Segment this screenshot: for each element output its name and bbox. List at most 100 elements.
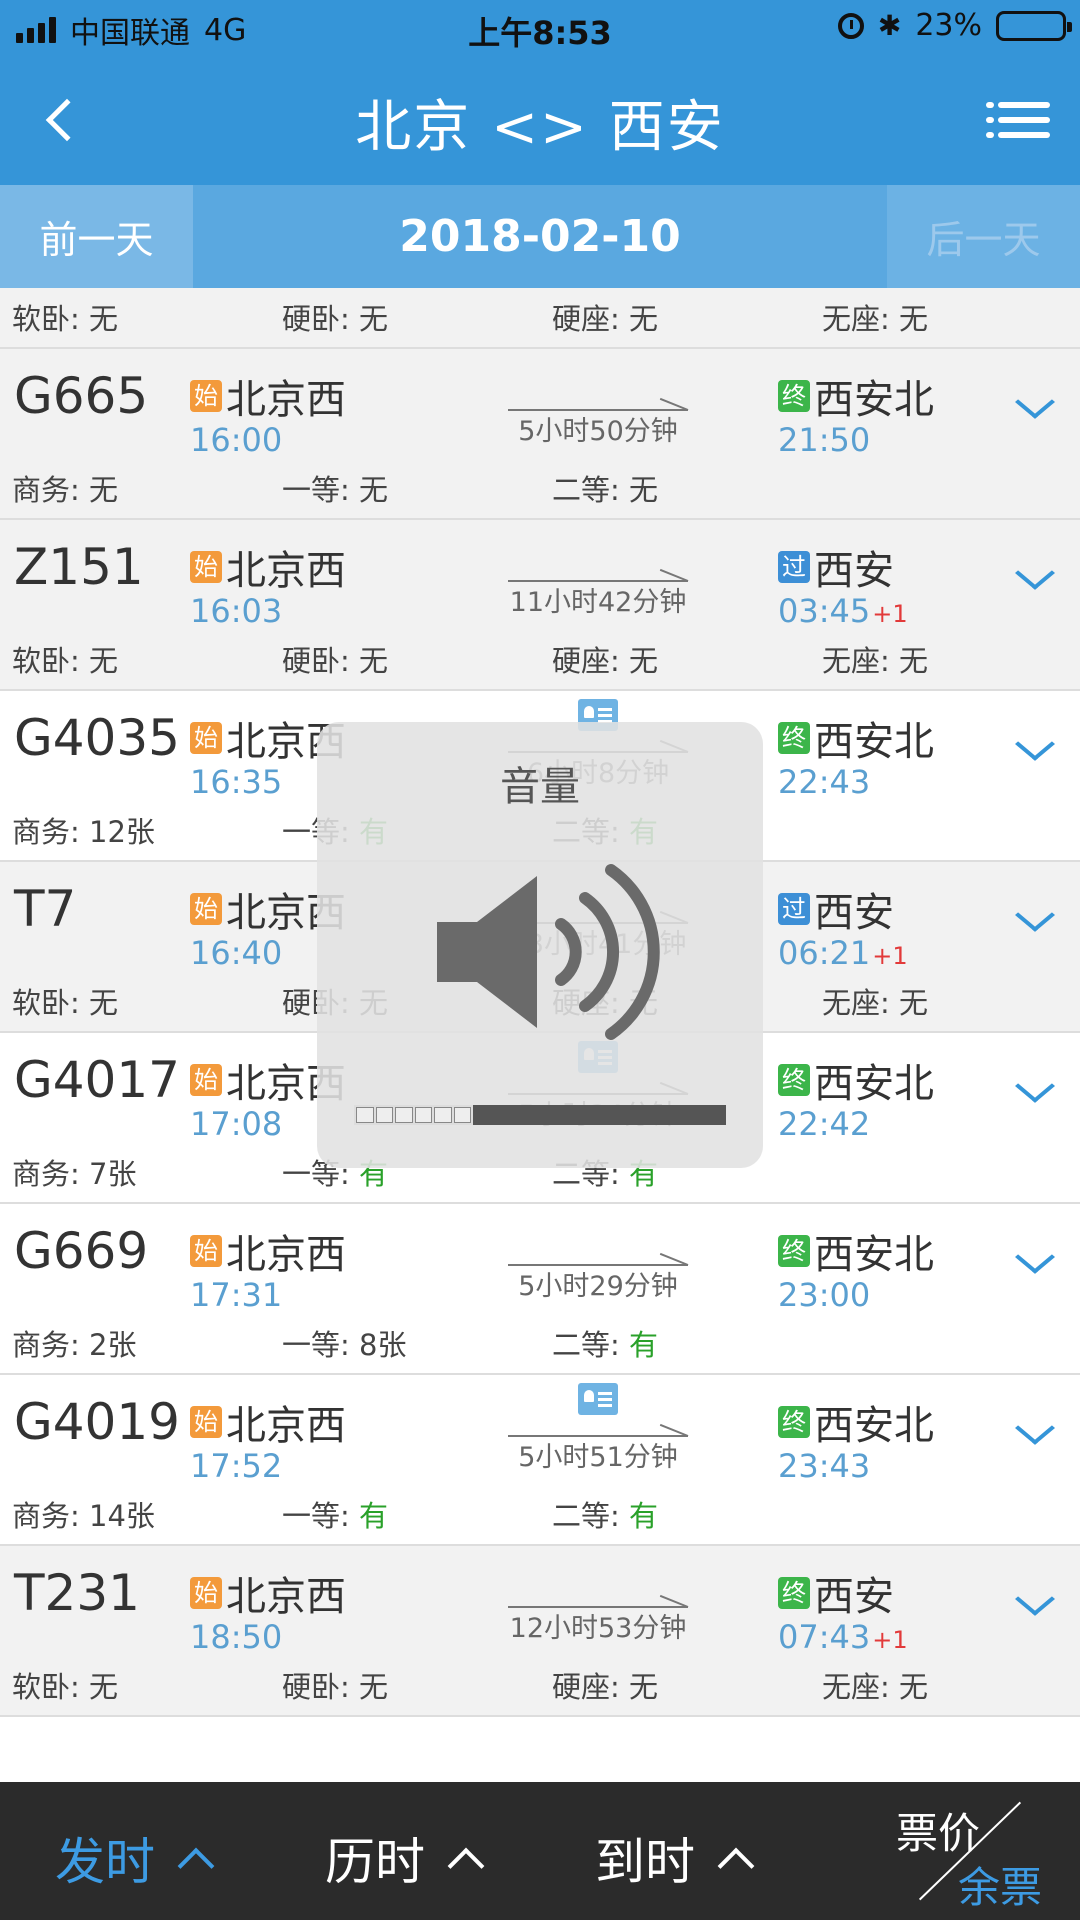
- seat-class: 一等:: [282, 1499, 359, 1533]
- train-row[interactable]: T231 始北京西 18:50 12小时53分钟终西安 07:43+1 软卧: 无硬卧: …: [0, 1546, 1080, 1717]
- train-number: G4019: [14, 1393, 180, 1451]
- arrival-badge: 终: [778, 1577, 810, 1609]
- train-row[interactable]: G665 始北京西 16:00 5小时50分钟终西安北 21:50 商务: 无一等: 无二…: [0, 349, 1080, 520]
- train-number: G665: [14, 367, 149, 425]
- seat-class: 一等:: [282, 1328, 359, 1362]
- arrival-station-name: 西安北: [814, 377, 934, 423]
- arrival-time: 22:42: [778, 1105, 872, 1143]
- departure-badge: 始: [190, 1577, 222, 1609]
- volume-hud: 音量: [317, 722, 763, 1168]
- arrival-badge: 终: [778, 1406, 810, 1438]
- menu-button[interactable]: [986, 90, 1050, 150]
- id-card-icon: [578, 1383, 618, 1415]
- chevron-down-icon[interactable]: [1015, 898, 1055, 942]
- departure-time: 16:35: [190, 763, 283, 801]
- arrival-time-value: 23:43: [778, 1447, 871, 1485]
- arrival-badge: 终: [778, 380, 810, 412]
- seat-count: 无: [359, 644, 389, 678]
- seat-availability: 硬卧: 无: [282, 638, 388, 680]
- seat-count: 7张: [89, 1157, 137, 1191]
- seat-class: 商务:: [12, 1499, 89, 1533]
- chevron-down-icon[interactable]: [1015, 1069, 1055, 1113]
- seat-count: 无: [629, 1670, 659, 1704]
- train-number: T231: [14, 1564, 140, 1622]
- departure-time: 18:50: [190, 1618, 283, 1656]
- departure-station: 始北京西: [190, 367, 346, 425]
- seat-count: 无: [359, 302, 389, 336]
- train-row[interactable]: Z75始北京西15:5711小时42分钟过西安03:39+1软卧: 无硬卧: 无…: [0, 288, 1080, 349]
- seat-class: 无座:: [822, 986, 899, 1020]
- seat-availability: 无座: 无: [822, 980, 928, 1022]
- departure-time: 17:08: [190, 1105, 283, 1143]
- departure-station-name: 北京西: [226, 377, 346, 423]
- chevron-down-icon[interactable]: [1015, 727, 1055, 771]
- seat-count: 无: [899, 644, 929, 678]
- caret-up-icon: [717, 1847, 755, 1885]
- arrival-station: 过西安: [778, 880, 894, 938]
- arrival-time-value: 22:42: [778, 1105, 871, 1143]
- departure-badge: 始: [190, 1406, 222, 1438]
- train-number: G4035: [14, 709, 180, 767]
- seat-class: 硬卧:: [282, 1670, 359, 1704]
- chevron-down-icon[interactable]: [1015, 1411, 1055, 1455]
- arrival-time: 06:21+1: [778, 934, 908, 972]
- train-number: G4017: [14, 1051, 180, 1109]
- seat-class: 软卧:: [12, 302, 89, 336]
- seat-count: 有: [359, 1499, 389, 1533]
- bluetooth-icon: ✱: [877, 9, 902, 42]
- seat-count: 2张: [89, 1328, 137, 1362]
- seat-availability: 硬卧: 无: [282, 296, 388, 338]
- chevron-down-icon[interactable]: [1015, 1582, 1055, 1626]
- arrival-badge: 终: [778, 1235, 810, 1267]
- train-row[interactable]: G669 始北京西 17:31 5小时29分钟 终西安北 23:00 商务: 2张 一等: 8…: [0, 1204, 1080, 1375]
- duration: 5小时51分钟: [518, 1442, 678, 1473]
- train-number: Z151: [14, 538, 144, 596]
- seat-count: 无: [89, 473, 119, 507]
- seat-class: 二等:: [552, 1328, 629, 1362]
- departure-time: 17:52: [190, 1447, 283, 1485]
- arrival-station: 终西安北: [778, 1222, 934, 1280]
- arrival-time: 21:50: [778, 421, 872, 459]
- seat-availability: 软卧: 无: [12, 1664, 118, 1706]
- departure-badge: 始: [190, 1064, 222, 1096]
- sort-by-depart-button[interactable]: 发时: [55, 1822, 215, 1894]
- sort-by-arrive-button[interactable]: 到时: [595, 1822, 755, 1894]
- departure-time: 16:00: [190, 421, 283, 459]
- seat-class: 商务:: [12, 815, 89, 849]
- nav-bar: 北京 <> 西安: [0, 60, 1080, 185]
- seat-availability: 商务: 无: [12, 467, 118, 509]
- battery-icon: [996, 10, 1072, 41]
- chevron-down-icon[interactable]: [1015, 385, 1055, 429]
- seat-count: 无: [89, 302, 119, 336]
- seat-availability: 商务: 14张: [12, 1493, 155, 1535]
- chevron-down-icon[interactable]: [1015, 1240, 1055, 1284]
- battery-percent: 23%: [915, 8, 982, 43]
- departure-station: 始北京西: [190, 538, 346, 596]
- seat-availability: 一等: 8张: [282, 1322, 406, 1364]
- arrival-time: 22:43: [778, 763, 872, 801]
- departure-station-name: 北京西: [226, 1574, 346, 1620]
- sort-by-duration-button[interactable]: 历时: [325, 1822, 485, 1894]
- seat-availability: 无座: 无: [822, 1664, 928, 1706]
- departure-station-name: 北京西: [226, 1232, 346, 1278]
- arrival-badge: 终: [778, 1064, 810, 1096]
- train-row[interactable]: G4019 始北京西 17:52 5小时51分钟终西安北 23:43 商务: 14张 一等:…: [0, 1375, 1080, 1546]
- departure-time: 17:31: [190, 1276, 283, 1314]
- arrival-badge: 过: [778, 551, 810, 583]
- current-date[interactable]: 2018-02-10: [193, 185, 887, 288]
- chevron-down-icon[interactable]: [1015, 556, 1055, 600]
- seat-class: 无座:: [822, 644, 899, 678]
- volume-title: 音量: [500, 764, 580, 810]
- seat-class: 软卧:: [12, 986, 89, 1020]
- train-row[interactable]: Z151 始北京西 16:03 11小时42分钟过西安 03:45+1 软卧: 无硬卧: …: [0, 520, 1080, 691]
- arrival-time-value: 06:21: [778, 934, 871, 972]
- seat-availability: 无座: 无: [822, 296, 928, 338]
- next-day-button[interactable]: 后一天: [887, 185, 1080, 288]
- prev-day-button[interactable]: 前一天: [0, 185, 193, 288]
- price-remaining-toggle[interactable]: 票价 余票: [870, 1782, 1070, 1920]
- seat-count: 有: [629, 1499, 659, 1533]
- arrival-time-value: 22:43: [778, 763, 871, 801]
- seat-availability: 硬座: 无: [552, 638, 658, 680]
- duration: 11小时42分钟: [509, 587, 687, 618]
- seat-availability: 软卧: 无: [12, 638, 118, 680]
